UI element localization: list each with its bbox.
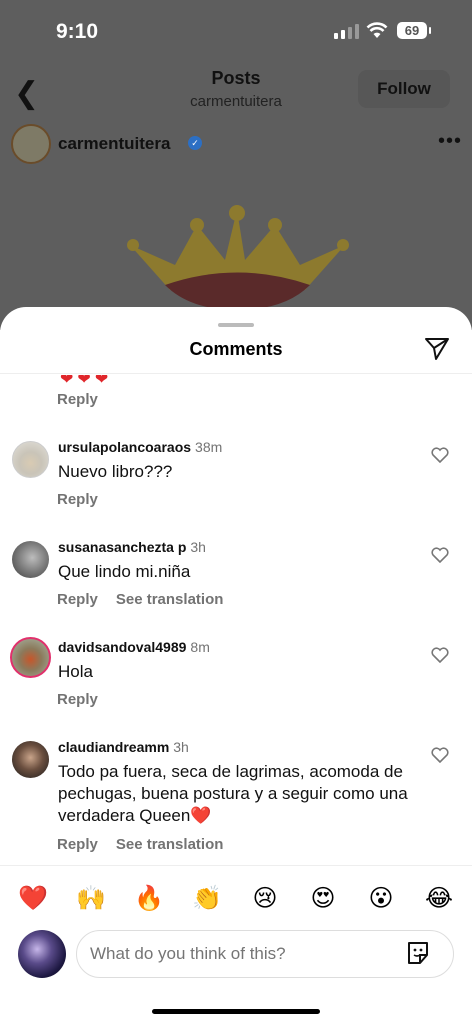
clapping-hands-emoji-button[interactable]: 👏 [192, 884, 222, 914]
heart-eyes-emoji-button[interactable]: 😍 [308, 884, 338, 914]
crying-face-emoji-button[interactable]: 😢 [250, 884, 280, 914]
follow-button[interactable]: Follow [358, 70, 450, 108]
comment-text: Hola [58, 662, 93, 681]
post-background: 9:10 69 ❮ Posts carmentuitera Follow car… [0, 0, 472, 330]
see-translation-button[interactable]: See translation [116, 836, 224, 853]
red-heart-emoji-button[interactable]: ❤️ [18, 884, 48, 914]
author-avatar[interactable] [11, 124, 51, 164]
laughing-tears-emoji-button[interactable]: 😂 [424, 884, 454, 914]
home-indicator[interactable] [152, 1009, 320, 1014]
comments-list[interactable]: ❤❤❤ Reply ursulapolancoaraos 38m Nuevo li… [0, 375, 472, 865]
current-user-avatar [18, 930, 66, 978]
divider [0, 373, 472, 374]
more-options-icon[interactable]: ••• [438, 130, 462, 153]
send-paper-plane-icon[interactable] [424, 337, 450, 361]
sticker-icon[interactable] [405, 940, 431, 966]
heart-like-icon[interactable] [431, 647, 449, 663]
surprised-face-emoji-button[interactable]: 😮 [366, 884, 396, 914]
reply-button[interactable]: Reply [57, 491, 98, 508]
comment-actions: Reply See translation [57, 836, 241, 853]
heart-like-icon[interactable] [431, 447, 449, 463]
heart-like-icon[interactable] [431, 547, 449, 563]
comment-actions: Reply See translation [57, 591, 241, 608]
comment-actions: Reply [57, 491, 116, 508]
comment-input[interactable] [76, 930, 454, 978]
heart-like-icon[interactable] [431, 747, 449, 763]
status-time: 9:10 [56, 20, 99, 43]
post-image-crown-lips [127, 205, 349, 310]
status-bar: 9:10 69 [0, 0, 472, 62]
drag-handle[interactable] [218, 323, 254, 327]
comment-text: Nuevo libro??? [58, 462, 173, 481]
raising-hands-emoji-button[interactable]: 🙌 [76, 884, 106, 914]
avatar[interactable] [10, 637, 51, 678]
comment-username[interactable]: ursulapolancoaraos 38m [58, 439, 222, 455]
comments-title: Comments [189, 339, 283, 359]
fire-emoji-button[interactable]: 🔥 [134, 884, 164, 914]
partial-comment-hearts: ❤❤❤ [60, 375, 113, 388]
comment-username[interactable]: davidsandoval4989 8m [58, 639, 210, 655]
avatar[interactable] [12, 741, 49, 778]
comment-actions: Reply [57, 691, 116, 708]
comment-username[interactable]: susanasanchezta p 3h [58, 539, 206, 555]
avatar[interactable] [12, 541, 49, 578]
reply-button[interactable]: Reply [57, 836, 98, 853]
comment-username[interactable]: claudiandreamm 3h [58, 739, 189, 755]
reply-button[interactable]: Reply [57, 591, 98, 608]
emoji-reaction-bar: ❤️ 🙌 🔥 👏 😢 😍 😮 😂 [0, 865, 472, 933]
reply-button[interactable]: Reply [57, 691, 98, 708]
see-translation-button[interactable]: See translation [116, 591, 224, 608]
author-username[interactable]: carmentuitera [58, 134, 170, 154]
avatar[interactable] [12, 441, 49, 478]
battery-icon: 69 [397, 22, 431, 39]
reply-button[interactable]: Reply [57, 391, 98, 408]
verified-badge-icon: ✓ [188, 136, 202, 150]
cellular-signal-icon [334, 24, 359, 39]
comment-text: Que lindo mi.niña [58, 562, 191, 581]
comment-text: Todo pa fuera, seca de lagrimas, acomoda… [58, 762, 408, 825]
wifi-icon [366, 22, 388, 38]
